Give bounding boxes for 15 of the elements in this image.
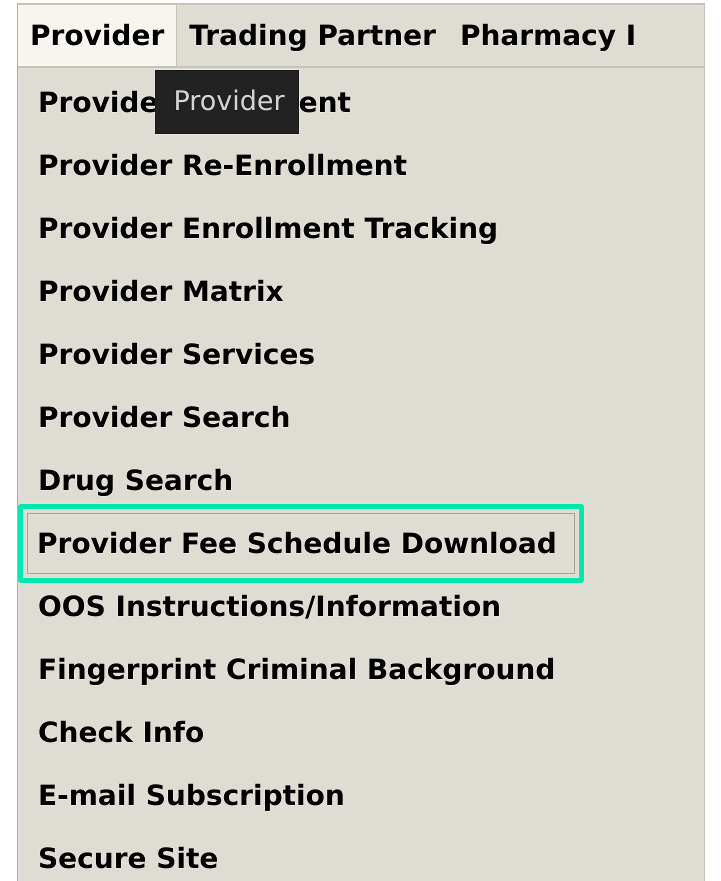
- menu-tab[interactable]: Trading Partner: [177, 5, 448, 66]
- menu-item[interactable]: Provider Search: [19, 386, 318, 449]
- menu-item[interactable]: Secure Site: [19, 827, 246, 881]
- menu-item[interactable]: Provider Re-Enrollment: [19, 134, 434, 197]
- menu-item[interactable]: E-mail Subscription: [19, 764, 372, 827]
- menu-item[interactable]: Provider Fee Schedule Download: [18, 504, 584, 583]
- menu-item[interactable]: Provider Enrollment Tracking: [19, 197, 526, 260]
- menu-tab[interactable]: Provider: [18, 5, 178, 66]
- tooltip: Provider: [155, 70, 299, 134]
- menu-item[interactable]: Provider Matrix: [19, 260, 311, 323]
- menu-item-text[interactable]: ent: [298, 86, 351, 119]
- menu-item[interactable]: Provider Services: [19, 323, 342, 386]
- menu-tab[interactable]: Pharmacy I: [448, 5, 648, 66]
- menu-item[interactable]: Check Info: [19, 701, 232, 764]
- menu-item[interactable]: Fingerprint Criminal Background: [19, 638, 582, 701]
